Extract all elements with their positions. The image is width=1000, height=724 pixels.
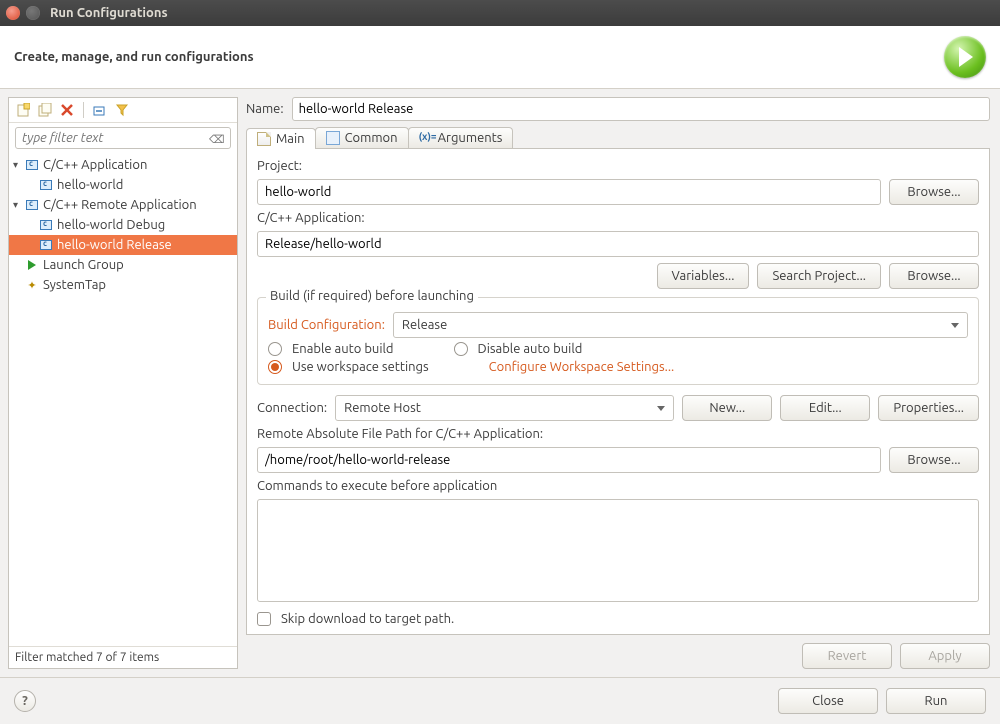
dialog-body: ⌫ ▾ C/C++ Application hello-world ▾ C/C++ Re… (0, 89, 1000, 677)
chevron-down-icon (951, 323, 959, 328)
project-input[interactable] (257, 179, 881, 205)
tree-item[interactable]: hello-world (9, 175, 237, 195)
disable-auto-build-radio[interactable]: Disable auto build (454, 342, 583, 356)
c-app-icon (39, 218, 53, 232)
build-group-label: Build (if required) before launching (266, 289, 478, 303)
pre-commands-label: Commands to execute before application (257, 479, 979, 493)
tree-item[interactable]: Launch Group (9, 255, 237, 275)
arguments-icon: (x)= (419, 131, 433, 145)
skip-download-check[interactable]: Skip download to target path. (257, 612, 979, 626)
revert-button[interactable]: Revert (802, 643, 892, 669)
filter-clear-icon[interactable]: ⌫ (209, 133, 221, 145)
apply-bar: Revert Apply (244, 635, 992, 669)
app-label: C/C++ Application: (257, 211, 979, 225)
tabbar: Main Common (x)= Arguments (246, 127, 990, 149)
tree-item-label: hello-world (57, 178, 123, 192)
left-pane: ⌫ ▾ C/C++ Application hello-world ▾ C/C++ Re… (8, 97, 238, 669)
launch-group-icon (25, 258, 39, 272)
tab-label: Main (276, 132, 305, 146)
enable-auto-build-radio[interactable]: Enable auto build (268, 342, 394, 356)
connection-value: Remote Host (344, 401, 421, 415)
tree-item-label: C/C++ Application (43, 158, 147, 172)
left-toolbar (9, 98, 237, 123)
tree-item-label: hello-world Debug (57, 218, 165, 232)
name-input[interactable] (292, 97, 990, 121)
tab-label: Common (345, 131, 398, 145)
name-row: Name: (244, 97, 992, 127)
use-workspace-radio[interactable]: Use workspace settings (268, 360, 429, 374)
twisty-icon: ▾ (13, 159, 23, 171)
dialog-footer: ? Close Run (0, 677, 1000, 724)
tree-item[interactable]: ▾ C/C++ Remote Application (9, 195, 237, 215)
run-button[interactable]: Run (886, 688, 986, 714)
filter-input[interactable] (15, 127, 231, 149)
chevron-down-icon (657, 406, 665, 411)
configure-workspace-link[interactable]: Configure Workspace Settings... (489, 360, 675, 374)
tab-main: Project: Browse... C/C++ Application: Va… (246, 149, 990, 635)
document-icon (257, 132, 271, 146)
c-app-icon (25, 158, 39, 172)
tab-label: Arguments (438, 131, 503, 145)
common-icon (326, 131, 340, 145)
tree-item-label: Launch Group (43, 258, 124, 272)
window-title: Run Configurations (50, 6, 168, 20)
systemtap-icon: ✦ (25, 278, 39, 292)
app-browse-button[interactable]: Browse... (889, 263, 979, 289)
help-icon[interactable]: ? (14, 690, 36, 712)
new-config-icon[interactable] (15, 102, 31, 118)
tree-item[interactable]: ▾ C/C++ Application (9, 155, 237, 175)
tab-main[interactable]: Main (246, 128, 316, 149)
variables-button[interactable]: Variables... (657, 263, 750, 289)
tree-item[interactable]: hello-world Debug (9, 215, 237, 235)
remote-path-label: Remote Absolute File Path for C/C++ Appl… (257, 427, 979, 441)
build-config-value: Release (402, 318, 447, 332)
tree-item[interactable]: hello-world Release (9, 235, 237, 255)
apply-button[interactable]: Apply (900, 643, 990, 669)
connection-combo[interactable]: Remote Host (335, 395, 674, 421)
remote-path-input[interactable] (257, 447, 881, 473)
connection-edit-button[interactable]: Edit... (780, 395, 870, 421)
connection-new-button[interactable]: New... (682, 395, 772, 421)
collapse-all-icon[interactable] (92, 102, 108, 118)
tree-item[interactable]: ✦ SystemTap (9, 275, 237, 295)
window-close-icon[interactable] (6, 6, 20, 20)
search-project-button[interactable]: Search Project... (757, 263, 881, 289)
tree-item-label: hello-world Release (57, 238, 172, 252)
filter-wrap: ⌫ (9, 123, 237, 153)
c-app-icon (39, 178, 53, 192)
window-minimize-icon[interactable] (26, 6, 40, 20)
connection-properties-button[interactable]: Properties... (878, 395, 979, 421)
dialog-title: Create, manage, and run configurations (14, 50, 254, 64)
c-app-icon (25, 198, 39, 212)
duplicate-config-icon[interactable] (37, 102, 53, 118)
app-input[interactable] (257, 231, 979, 257)
filter-launch-icon[interactable] (114, 102, 130, 118)
close-button[interactable]: Close (778, 688, 878, 714)
config-tree[interactable]: ▾ C/C++ Application hello-world ▾ C/C++ Remo… (9, 153, 237, 646)
tab-common[interactable]: Common (315, 127, 409, 148)
build-config-combo[interactable]: Release (393, 312, 968, 338)
name-label: Name: (246, 102, 284, 116)
project-label: Project: (257, 159, 979, 173)
toolbar-separator (83, 102, 84, 118)
build-group: Build (if required) before launching Bui… (257, 297, 979, 385)
pre-commands-input[interactable] (257, 499, 979, 602)
dialog-header: Create, manage, and run configurations (0, 26, 1000, 89)
project-browse-button[interactable]: Browse... (889, 179, 979, 205)
run-hero-icon (944, 36, 986, 78)
delete-config-icon[interactable] (59, 102, 75, 118)
build-config-label: Build Configuration: (268, 318, 385, 332)
titlebar: Run Configurations (0, 0, 1000, 26)
tab-arguments[interactable]: (x)= Arguments (408, 127, 514, 148)
connection-label: Connection: (257, 401, 327, 415)
tree-item-label: C/C++ Remote Application (43, 198, 197, 212)
right-pane: Name: Main Common (x)= Arguments Project: B… (244, 97, 992, 669)
remote-path-browse-button[interactable]: Browse... (889, 447, 979, 473)
c-app-icon (39, 238, 53, 252)
twisty-icon: ▾ (13, 199, 23, 211)
filter-status: Filter matched 7 of 7 items (9, 646, 237, 668)
tree-item-label: SystemTap (43, 278, 106, 292)
